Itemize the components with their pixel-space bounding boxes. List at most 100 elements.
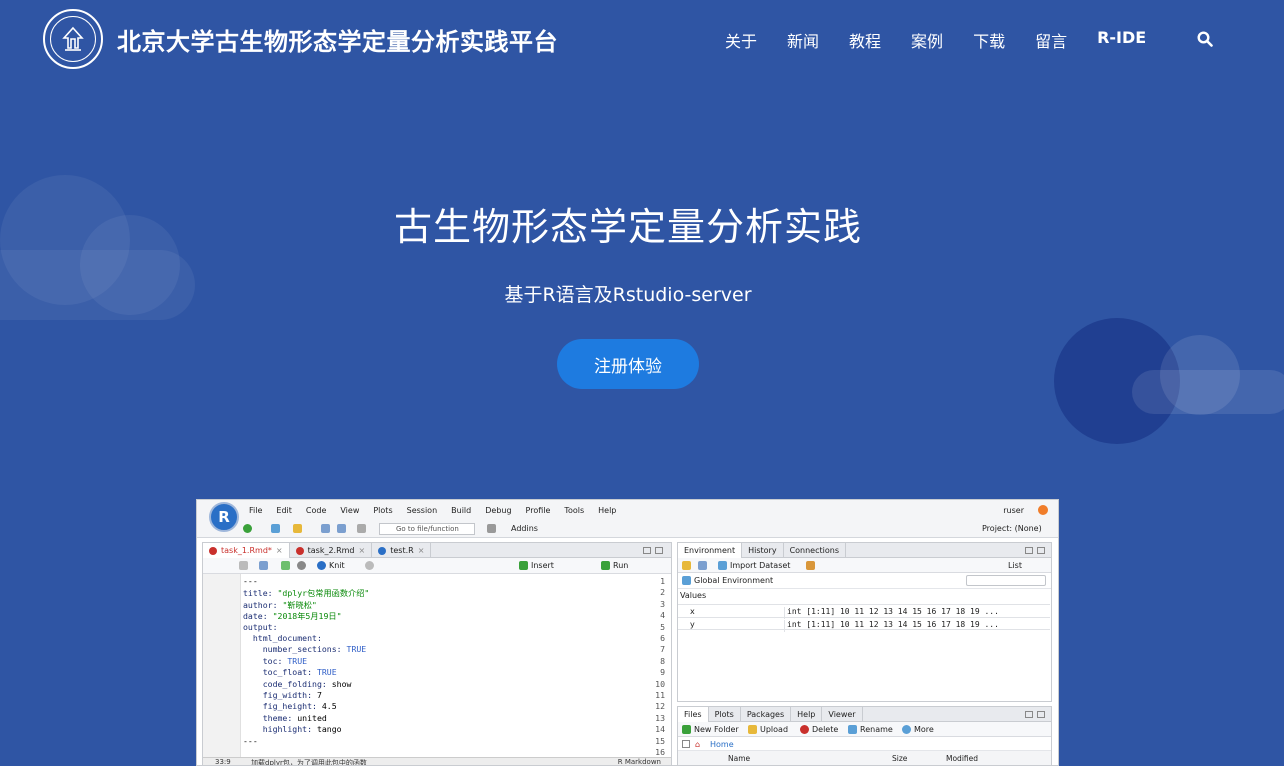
tab-packages[interactable]: Packages — [741, 707, 792, 722]
col-modified[interactable]: Modified — [946, 754, 978, 763]
save-workspace-icon[interactable] — [698, 561, 707, 570]
upload-button[interactable]: Upload — [748, 725, 788, 734]
menu-edit[interactable]: Edit — [276, 506, 292, 515]
save-all-icon[interactable] — [337, 524, 346, 533]
rename-button[interactable]: Rename — [848, 725, 893, 734]
tab-environment[interactable]: Environment — [678, 543, 743, 558]
tab-connections[interactable]: Connections — [784, 543, 846, 558]
tab-task-2[interactable]: task_2.Rmd × — [290, 543, 373, 558]
maximize-icon[interactable] — [655, 547, 663, 554]
editor-status-bar: 33:9 加载dplyr包，为了调用此包中的函数 R Markdown — [203, 757, 671, 765]
line-number: 1 — [660, 576, 665, 586]
line-number: 14 — [655, 724, 665, 735]
goto-file-input[interactable]: Go to file/function — [379, 523, 475, 535]
university-logo-icon[interactable] — [43, 9, 103, 69]
nav-about[interactable]: 关于 — [725, 28, 757, 52]
maximize-icon[interactable] — [1037, 547, 1045, 554]
menu-tools[interactable]: Tools — [564, 506, 584, 515]
nav-tutorials[interactable]: 教程 — [849, 28, 881, 52]
save-icon[interactable] — [321, 524, 330, 533]
menu-code[interactable]: Code — [306, 506, 326, 515]
line-gutter — [203, 574, 241, 760]
col-size[interactable]: Size — [892, 754, 907, 763]
line-number: 15 — [655, 735, 665, 746]
register-button[interactable]: 注册体验 — [557, 339, 699, 389]
environment-tabs: Environment History Connections — [678, 543, 1051, 558]
menu-build[interactable]: Build — [451, 506, 471, 515]
tab-test-r[interactable]: test.R × — [372, 543, 432, 558]
environment-scope-bar: Global Environment — [678, 573, 1051, 589]
new-project-icon[interactable] — [271, 524, 280, 533]
delete-button[interactable]: Delete — [800, 725, 838, 734]
menu-profile[interactable]: Profile — [526, 506, 551, 515]
tab-viewer[interactable]: Viewer — [822, 707, 863, 722]
more-button[interactable]: More — [902, 725, 934, 734]
nav-news[interactable]: 新闻 — [787, 28, 819, 52]
view-list-menu[interactable]: List — [1008, 561, 1022, 570]
environment-search-input[interactable] — [966, 575, 1046, 586]
print-icon[interactable] — [357, 524, 366, 533]
new-folder-button[interactable]: New Folder — [682, 725, 739, 734]
addins-menu[interactable]: Addins — [511, 524, 538, 533]
line-number: 8 — [660, 655, 665, 666]
settings-icon[interactable] — [365, 561, 374, 570]
search-icon[interactable] — [1197, 31, 1213, 47]
save-icon[interactable] — [259, 561, 268, 570]
minimize-icon[interactable] — [643, 547, 651, 554]
code-line: toc_float: TRUE — [262, 667, 337, 678]
editor-tabs: task_1.Rmd* × task_2.Rmd × test.R × — [203, 543, 671, 558]
broom-icon[interactable] — [806, 561, 815, 570]
search-icon[interactable] — [297, 561, 306, 570]
site-title[interactable]: 北京大学古生物形态学定量分析实践平台 — [117, 22, 558, 57]
tab-plots[interactable]: Plots — [709, 707, 741, 722]
grid-icon[interactable] — [487, 524, 496, 533]
menu-help[interactable]: Help — [598, 506, 616, 515]
power-icon[interactable] — [1038, 505, 1048, 515]
variable-row[interactable]: y int [1:11] 10 11 12 13 14 15 16 17 18 … — [678, 617, 1050, 632]
menu-session[interactable]: Session — [407, 506, 438, 515]
nav-r-ide[interactable]: R-IDE — [1097, 28, 1146, 52]
menu-file[interactable]: File — [249, 506, 262, 515]
import-dataset-button[interactable]: Import Dataset — [718, 561, 790, 570]
environment-pane: Environment History Connections Import D… — [677, 542, 1052, 702]
nav-messages[interactable]: 留言 — [1035, 28, 1067, 52]
project-menu[interactable]: Project: (None) — [982, 524, 1042, 533]
menu-plots[interactable]: Plots — [373, 506, 392, 515]
nav-cases[interactable]: 案例 — [911, 28, 943, 52]
maximize-icon[interactable] — [1037, 711, 1045, 718]
files-pane: Files Plots Packages Help Viewer New Fol… — [677, 706, 1052, 765]
home-icon[interactable]: ⌂ — [695, 740, 700, 749]
minimize-icon[interactable] — [1025, 547, 1033, 554]
editor-toolbar: Knit Insert Run — [203, 558, 671, 574]
tab-task-1[interactable]: task_1.Rmd* × — [203, 543, 290, 558]
run-button[interactable]: Run — [601, 561, 628, 570]
show-in-window-icon[interactable] — [239, 561, 248, 570]
global-environment-menu[interactable]: Global Environment — [682, 576, 773, 585]
open-file-icon[interactable] — [293, 524, 302, 533]
new-file-icon[interactable] — [243, 524, 252, 533]
files-breadcrumb: ⌂ Home — [678, 737, 1051, 751]
code-line: theme: united — [262, 712, 327, 723]
variable-row[interactable]: x int [1:11] 10 11 12 13 14 15 16 17 18 … — [678, 604, 1050, 619]
nav-download[interactable]: 下载 — [973, 28, 1005, 52]
col-name[interactable]: Name — [728, 754, 750, 763]
main-nav: 关于 新闻 教程 案例 下载 留言 R-IDE — [725, 28, 1176, 52]
insert-button[interactable]: Insert — [519, 561, 554, 570]
code-line: highlight: tango — [262, 724, 342, 735]
select-checkbox[interactable] — [682, 740, 690, 748]
menu-debug[interactable]: Debug — [485, 506, 511, 515]
spellcheck-icon[interactable] — [281, 561, 290, 570]
minimize-icon[interactable] — [1025, 711, 1033, 718]
hero-title: 古生物形态学定量分析实践 — [393, 205, 862, 249]
knit-button[interactable]: Knit — [317, 561, 345, 570]
tab-history[interactable]: History — [742, 543, 784, 558]
tab-files[interactable]: Files — [678, 707, 709, 722]
line-number: 16 — [655, 747, 665, 757]
home-link[interactable]: Home — [710, 740, 734, 749]
code-editor[interactable]: 1 --- 2 title: "dplyr包常用函数介绍" 3 author: "靳晓松"… — [203, 574, 671, 760]
rstudio-toolbar: Go to file/function Addins Project: (Non… — [197, 520, 1058, 538]
tab-help[interactable]: Help — [791, 707, 823, 722]
menu-view[interactable]: View — [340, 506, 359, 515]
load-workspace-icon[interactable] — [682, 561, 691, 570]
line-number: 7 — [660, 644, 665, 655]
